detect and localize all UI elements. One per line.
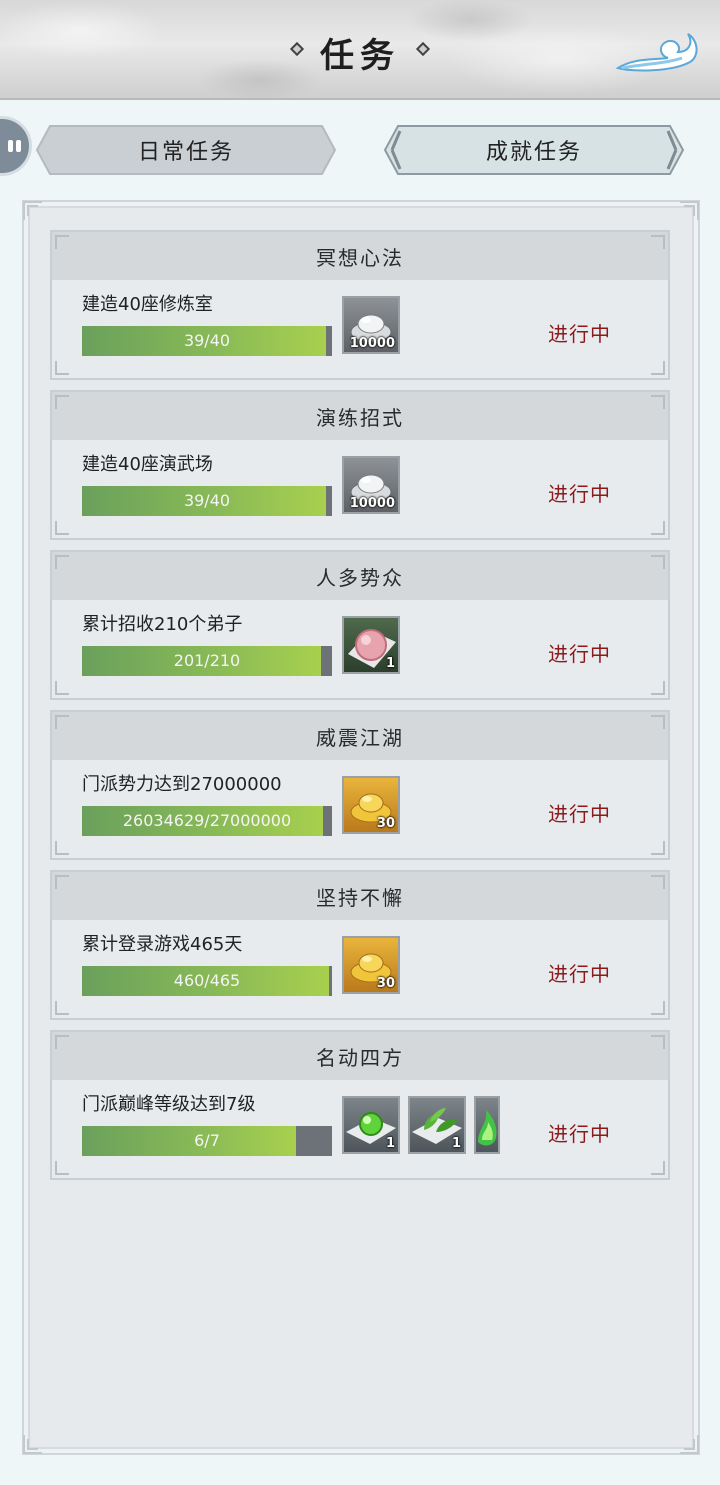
task-description: 建造40座演武场 [82, 454, 213, 475]
progress-text: 39/40 [183, 491, 231, 510]
status-text: 进行中 [548, 322, 611, 346]
reward-count: 30 [376, 816, 395, 831]
reward-item[interactable]: 10000 [342, 456, 400, 514]
task-card: 冥想心法 建造40座修炼室 39/40 10000 进行中 [50, 230, 670, 380]
progress-bar: 39/40 [82, 326, 332, 356]
progress-bar: 6/7 [82, 1126, 332, 1156]
status-text: 进行中 [548, 802, 611, 826]
green-flame-icon [476, 1098, 498, 1152]
task-description: 累计招收210个弟子 [82, 614, 243, 635]
reward-count: 10000 [349, 496, 395, 511]
progress-bar: 26034629/27000000 [82, 806, 332, 836]
tab-achievement-tasks[interactable]: 成就任务 [384, 125, 684, 175]
status-text: 进行中 [548, 962, 611, 986]
task-title: 人多势众 [52, 552, 668, 600]
progress-text: 26034629/27000000 [122, 811, 292, 830]
reward-item[interactable] [474, 1096, 500, 1154]
panel-corner-ornament [680, 201, 699, 220]
panel-corner-ornament [23, 1435, 42, 1454]
tab-daily-label: 日常任务 [137, 140, 234, 165]
task-card: 人多势众 累计招收210个弟子 201/210 1 进行中 [50, 550, 670, 700]
progress-text: 6/7 [194, 1131, 220, 1150]
task-description: 门派巅峰等级达到7级 [82, 1094, 256, 1115]
task-title: 威震江湖 [52, 712, 668, 760]
reward-item[interactable]: 1 [408, 1096, 466, 1154]
reward-item[interactable]: 1 [342, 1096, 400, 1154]
status-text: 进行中 [548, 1122, 611, 1146]
progress-text: 460/465 [173, 971, 241, 990]
back-cloud-icon[interactable] [612, 28, 700, 74]
reward-item[interactable]: 1 [342, 616, 400, 674]
reward-item[interactable]: 30 [342, 776, 400, 834]
reward-count: 1 [451, 1136, 461, 1151]
task-title: 名动四方 [52, 1032, 668, 1080]
task-description: 建造40座修炼室 [82, 294, 213, 315]
tab-achievement-label: 成就任务 [485, 140, 582, 165]
side-menu-handle[interactable] [0, 116, 32, 176]
reward-count: 1 [385, 1136, 395, 1151]
top-header: 任务 [0, 0, 720, 100]
task-card: 名动四方 门派巅峰等级达到7级 6/7 1 1 进行中 [50, 1030, 670, 1180]
reward-count: 30 [376, 976, 395, 991]
status-text: 进行中 [548, 642, 611, 666]
tab-daily-tasks[interactable]: 日常任务 [36, 125, 336, 175]
task-card: 威震江湖 门派势力达到27000000 26034629/27000000 30… [50, 710, 670, 860]
task-title: 坚持不懈 [52, 872, 668, 920]
panel-corner-ornament [23, 201, 42, 220]
progress-bar: 39/40 [82, 486, 332, 516]
task-card: 演练招式 建造40座演武场 39/40 10000 进行中 [50, 390, 670, 540]
task-title: 冥想心法 [52, 232, 668, 280]
progress-bar: 201/210 [82, 646, 332, 676]
reward-item[interactable]: 30 [342, 936, 400, 994]
task-description: 累计登录游戏465天 [82, 934, 243, 955]
reward-count: 1 [385, 656, 395, 671]
status-text: 进行中 [548, 482, 611, 506]
reward-count: 10000 [349, 336, 395, 351]
progress-bar: 460/465 [82, 966, 332, 996]
task-card: 坚持不懈 累计登录游戏465天 460/465 30 进行中 [50, 870, 670, 1020]
task-description: 门派势力达到27000000 [82, 774, 282, 795]
progress-text: 39/40 [183, 331, 231, 350]
task-title: 演练招式 [52, 392, 668, 440]
reward-item[interactable]: 10000 [342, 296, 400, 354]
progress-text: 201/210 [173, 651, 241, 670]
panel-corner-ornament [680, 1435, 699, 1454]
